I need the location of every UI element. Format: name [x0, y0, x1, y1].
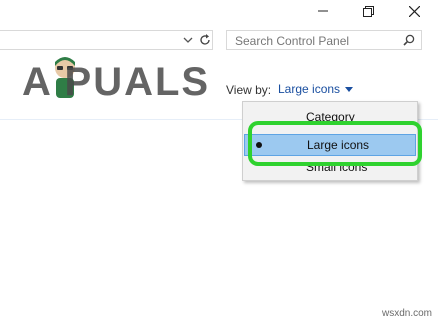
logo-text: A PUALS	[22, 60, 211, 104]
caret-down-icon	[345, 86, 354, 92]
restore-icon	[362, 5, 374, 17]
view-by-dropdown[interactable]: Large icons	[272, 79, 359, 99]
chevron-down-icon	[183, 37, 193, 43]
minimize-icon	[318, 10, 328, 12]
refresh-button[interactable]	[196, 30, 214, 50]
search-input[interactable]: Search Control Panel	[226, 30, 422, 50]
view-by-value: Large icons	[278, 82, 341, 96]
search-placeholder: Search Control Panel	[235, 34, 350, 48]
close-button[interactable]	[394, 0, 434, 22]
minimize-button[interactable]	[303, 0, 343, 22]
view-by-label: View by:	[226, 83, 272, 97]
highlight-annotation	[248, 121, 422, 166]
address-history-dropdown[interactable]	[182, 33, 194, 47]
refresh-icon	[200, 34, 210, 45]
watermark-text: wsxdn.com	[381, 308, 432, 319]
appuals-logo: A PUALS	[22, 54, 237, 114]
restore-button[interactable]	[348, 0, 388, 22]
close-icon	[408, 5, 420, 17]
search-icon[interactable]	[403, 34, 415, 46]
